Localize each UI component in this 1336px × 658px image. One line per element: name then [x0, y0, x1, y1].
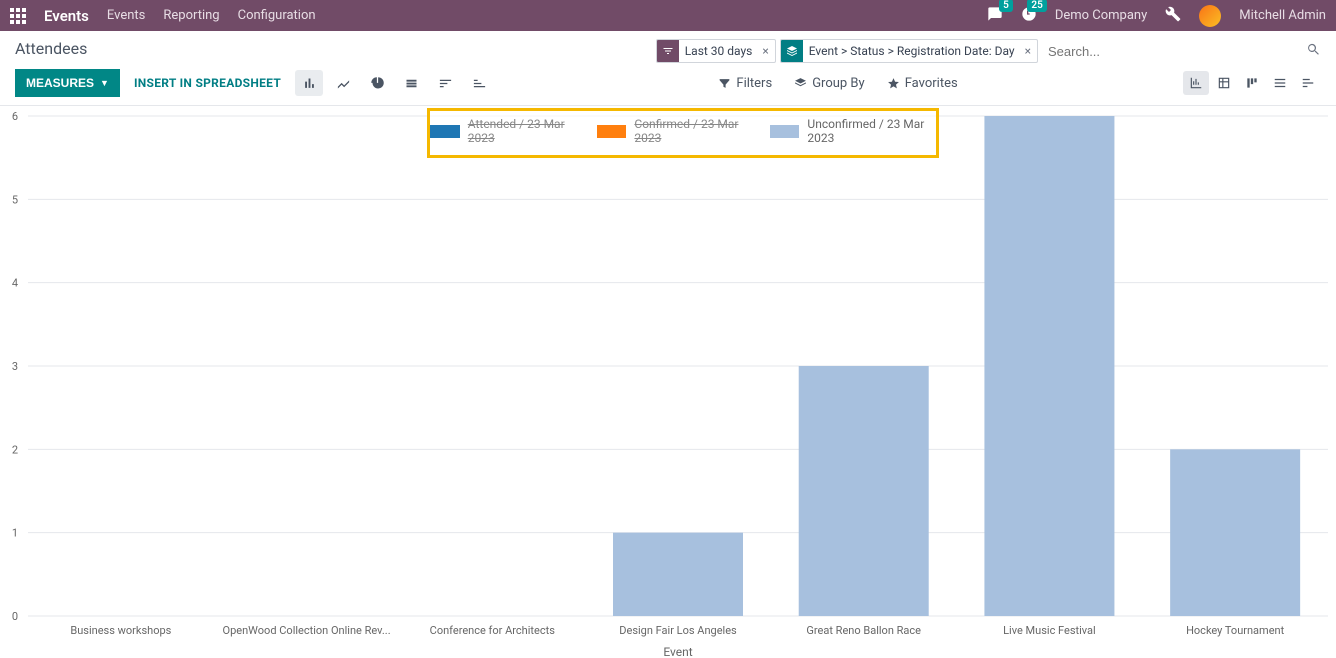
svg-text:Great Reno Ballon Race: Great Reno Ballon Race [806, 624, 921, 637]
top-nav: Events Events Reporting Configuration 5 … [0, 0, 1336, 31]
menu-events[interactable]: Events [107, 8, 145, 23]
chart-bar-icon[interactable] [295, 70, 323, 96]
messaging-icon[interactable]: 5 [987, 6, 1003, 26]
avatar[interactable] [1199, 5, 1221, 27]
facet-filter-remove[interactable]: × [756, 44, 774, 58]
page-title: Attendees [15, 39, 87, 58]
swatch-unconfirmed [770, 125, 800, 138]
debug-icon[interactable] [1165, 6, 1181, 26]
sort-asc-icon[interactable] [465, 70, 493, 96]
activities-icon[interactable]: 25 [1021, 6, 1037, 26]
svg-text:1: 1 [12, 527, 18, 540]
search-icon[interactable] [1306, 42, 1321, 61]
activities-badge: 25 [1027, 0, 1046, 12]
toolbar: MEASURES▼ INSERT IN SPREADSHEET Filters … [0, 63, 1336, 106]
layers-icon [781, 40, 803, 62]
svg-text:Live Music Festival: Live Music Festival [1003, 624, 1096, 637]
svg-text:4: 4 [12, 277, 18, 290]
bar-chart: 0 1 2 3 4 5 6 Business workshops OpenWood Collec… [0, 106, 1336, 658]
measures-button[interactable]: MEASURES▼ [15, 69, 120, 97]
facet-group-remove[interactable]: × [1019, 44, 1037, 58]
svg-text:Hockey Tournament: Hockey Tournament [1186, 624, 1285, 637]
view-pivot-icon[interactable] [1211, 71, 1237, 95]
svg-text:Business workshops: Business workshops [70, 624, 171, 637]
search-area: Last 30 days × Event > Status > Registra… [656, 39, 1321, 63]
sort-desc-icon[interactable] [431, 70, 459, 96]
company-switcher[interactable]: Demo Company [1055, 8, 1147, 23]
favorites-dropdown[interactable]: Favorites [887, 76, 958, 91]
svg-text:5: 5 [12, 193, 18, 206]
menu-configuration[interactable]: Configuration [238, 8, 316, 23]
legend-unconfirmed[interactable]: Unconfirmed / 23 Mar 2023 [770, 117, 936, 145]
view-kanban-icon[interactable] [1239, 71, 1265, 95]
legend-attended[interactable]: Attended / 23 Mar 2023 [430, 117, 579, 145]
chart-line-icon[interactable] [329, 70, 357, 96]
insert-spreadsheet-link[interactable]: INSERT IN SPREADSHEET [134, 76, 281, 90]
svg-text:2: 2 [12, 443, 18, 456]
chart-pie-icon[interactable] [363, 70, 391, 96]
caret-down-icon: ▼ [100, 78, 109, 88]
view-list-icon[interactable] [1267, 71, 1293, 95]
legend-confirmed[interactable]: Confirmed / 23 Mar 2023 [597, 117, 752, 145]
apps-icon[interactable] [10, 8, 26, 24]
legend-highlight: Attended / 23 Mar 2023 Confirmed / 23 Ma… [427, 108, 939, 158]
svg-text:OpenWood Collection Online Rev: OpenWood Collection Online Rev... [223, 624, 391, 637]
view-list2-icon[interactable] [1295, 71, 1321, 95]
view-graph-icon[interactable] [1183, 71, 1209, 95]
messaging-badge: 5 [999, 0, 1013, 12]
svg-text:Design Fair Los Angeles: Design Fair Los Angeles [619, 624, 737, 637]
header-row: Attendees Last 30 days × Event > Status … [0, 31, 1336, 63]
chart-container: 0 1 2 3 4 5 6 Business workshops OpenWood Collec… [0, 106, 1336, 658]
svg-text:6: 6 [12, 110, 18, 123]
search-input[interactable] [1042, 41, 1302, 62]
app-brand: Events [44, 7, 89, 25]
menu-reporting[interactable]: Reporting [163, 8, 219, 23]
svg-text:Event: Event [663, 645, 692, 658]
swatch-confirmed [597, 125, 627, 138]
funnel-icon [657, 40, 679, 62]
user-menu[interactable]: Mitchell Admin [1239, 8, 1326, 23]
facet-group[interactable]: Event > Status > Registration Date: Day … [780, 39, 1038, 63]
svg-text:Conference for Architects: Conference for Architects [430, 624, 556, 637]
stacked-icon[interactable] [397, 70, 425, 96]
svg-text:3: 3 [12, 360, 18, 373]
swatch-attended [430, 125, 460, 138]
svg-text:0: 0 [12, 610, 18, 623]
facet-filter[interactable]: Last 30 days × [656, 39, 776, 63]
filters-dropdown[interactable]: Filters [718, 76, 772, 91]
groupby-dropdown[interactable]: Group By [794, 76, 865, 91]
